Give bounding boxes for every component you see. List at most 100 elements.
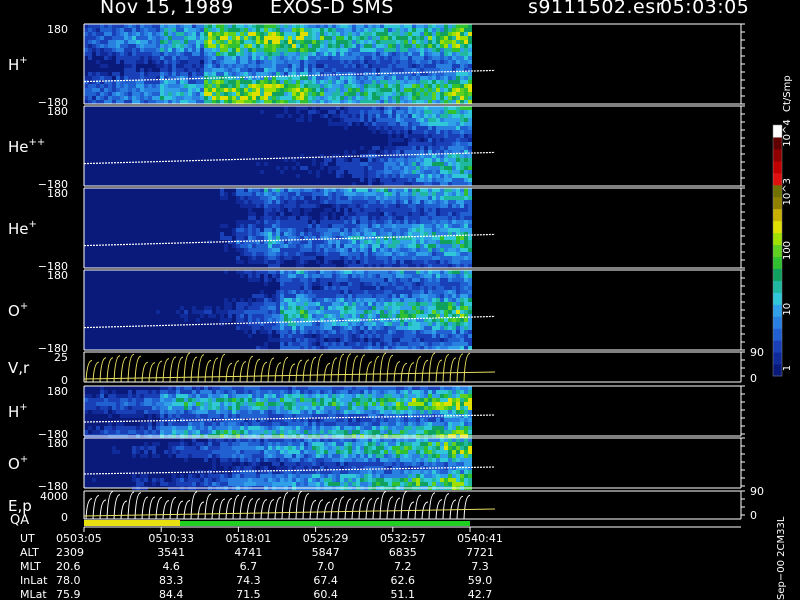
heatmap-cell [424, 310, 428, 314]
heatmap-cell [280, 188, 284, 192]
heatmap-cell [92, 40, 96, 44]
heatmap-cell [388, 56, 392, 60]
heatmap-cell [120, 52, 124, 56]
heatmap-cell [328, 260, 332, 264]
heatmap-cell [392, 162, 396, 166]
heatmap-cell [276, 220, 280, 224]
heatmap-cell [316, 170, 320, 174]
heatmap-cell [452, 48, 456, 52]
heatmap-cell [380, 192, 384, 196]
heatmap-cell [248, 60, 252, 64]
heatmap-cell [268, 32, 272, 36]
heatmap-cell [268, 302, 272, 306]
heatmap-cell [464, 322, 468, 326]
heatmap-cell [288, 114, 292, 118]
heatmap-cell [456, 48, 460, 52]
heatmap-cell [260, 302, 264, 306]
heatmap-cell [364, 334, 368, 338]
heatmap-cell [460, 338, 464, 342]
heatmap-cell [180, 68, 184, 72]
heatmap-cell [392, 44, 396, 48]
heatmap-cell [340, 118, 344, 122]
heatmap-cell [448, 216, 452, 220]
heatmap-cell [448, 188, 452, 192]
heatmap-cell [420, 260, 424, 264]
heatmap-cell [460, 44, 464, 48]
heatmap-cell [304, 106, 308, 110]
heatmap-cell [448, 100, 452, 104]
heatmap-cell [436, 44, 440, 48]
heatmap-cell [212, 84, 216, 88]
heatmap-cell [372, 208, 376, 212]
heatmap-cell [460, 162, 464, 166]
heatmap-cell [412, 338, 416, 342]
heatmap-cell [352, 330, 356, 334]
heatmap-cell [276, 96, 280, 100]
heatmap-cell [336, 298, 340, 302]
heatmap-cell [140, 36, 144, 40]
heatmap-cell [364, 274, 368, 278]
heatmap-cell [400, 252, 404, 256]
heatmap-cell [212, 24, 216, 28]
heatmap-cell [344, 36, 348, 40]
heatmap-cell [184, 64, 188, 68]
heatmap-cell [320, 166, 324, 170]
heatmap-cell [404, 346, 408, 350]
heatmap-cell [244, 44, 248, 48]
heatmap-cell [296, 270, 300, 274]
heatmap-cell [312, 68, 316, 72]
heatmap-cell [456, 92, 460, 96]
heatmap-cell [460, 286, 464, 290]
heatmap-cell [432, 314, 436, 318]
heatmap-cell [444, 192, 448, 196]
heatmap-cell [204, 32, 208, 36]
heatmap-cell [348, 56, 352, 60]
heatmap-cell [312, 40, 316, 44]
heatmap-cell [160, 68, 164, 72]
heatmap-cell [428, 264, 432, 268]
heatmap-cell [268, 212, 272, 216]
heatmap-cell [448, 318, 452, 322]
heatmap-cell [372, 346, 376, 350]
heatmap-cell [440, 122, 444, 126]
heatmap-cell [160, 56, 164, 60]
heatmap-cell [400, 212, 404, 216]
heatmap-cell [176, 100, 180, 104]
heatmap-cell [252, 278, 256, 282]
heatmap-cell [336, 64, 340, 68]
heatmap-cell [120, 40, 124, 44]
heatmap-cell [304, 330, 308, 334]
heatmap-cell [352, 260, 356, 264]
panel-1: H+180−180 [8, 23, 745, 109]
heatmap-cell [328, 302, 332, 306]
heatmap-cell [384, 36, 388, 40]
heatmap-cell [468, 48, 472, 52]
heatmap-cell [304, 220, 308, 224]
heatmap-cell [348, 260, 352, 264]
heatmap-cell [400, 224, 404, 228]
heatmap-cell [360, 92, 364, 96]
heatmap-cell [340, 48, 344, 52]
heatmap-cell [428, 134, 432, 138]
heatmap-cell [444, 48, 448, 52]
heatmap-cell [252, 68, 256, 72]
heatmap-cell [232, 310, 236, 314]
heatmap-cell [396, 162, 400, 166]
heatmap-cell [408, 32, 412, 36]
heatmap-cell [272, 298, 276, 302]
heatmap-cell [376, 146, 380, 150]
heatmap-cell [440, 158, 444, 162]
heatmap-cell [208, 24, 212, 28]
heatmap-cell [388, 290, 392, 294]
heatmap-cell [376, 88, 380, 92]
heatmap-cell [116, 76, 120, 80]
heatmap-cell [364, 306, 368, 310]
heatmap-cell [316, 290, 320, 294]
heatmap-cell [88, 72, 92, 76]
heatmap-cell [372, 200, 376, 204]
heatmap-cell [464, 28, 468, 32]
heatmap-cell [412, 302, 416, 306]
heatmap-cell [448, 338, 452, 342]
heatmap-cell [380, 240, 384, 244]
heatmap-cell [284, 110, 288, 114]
